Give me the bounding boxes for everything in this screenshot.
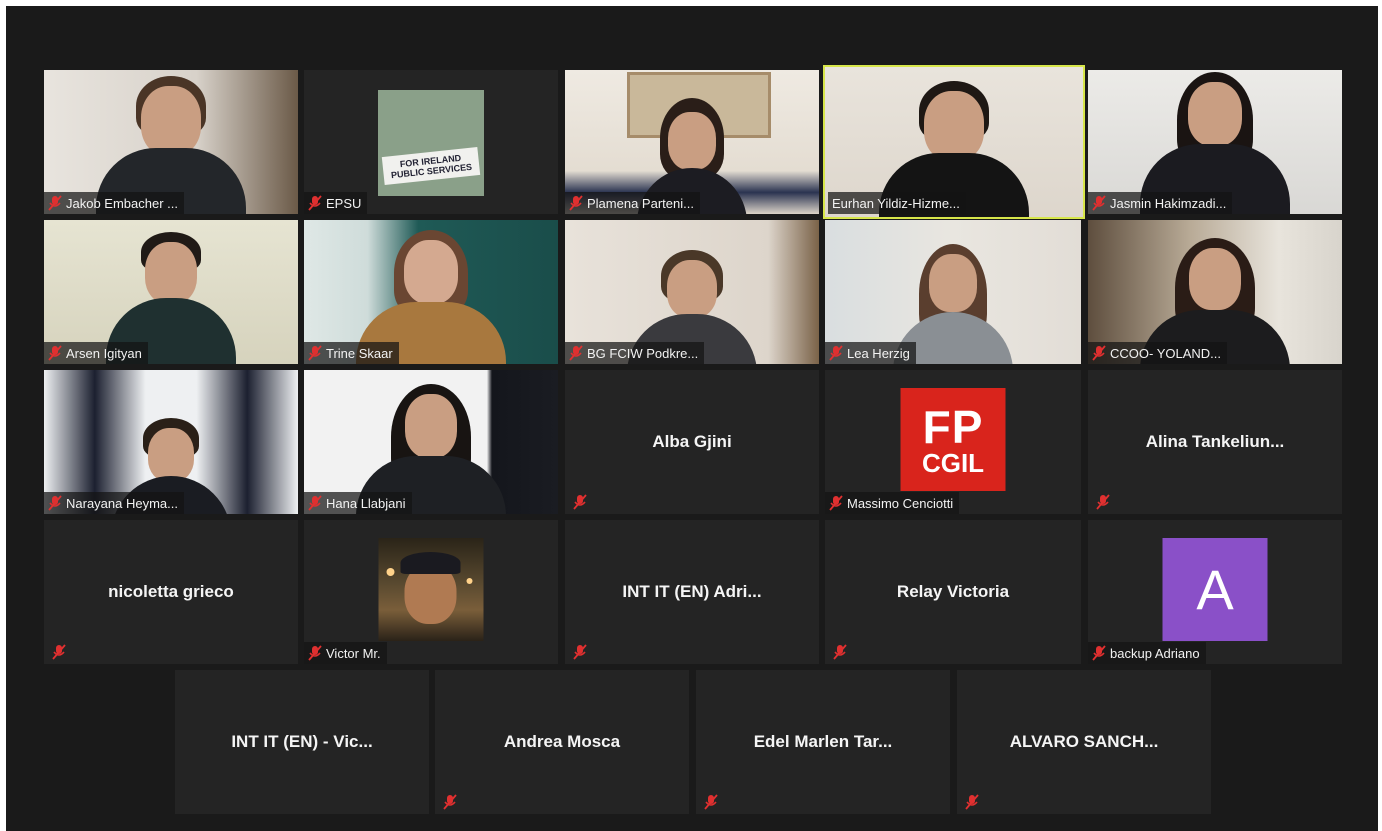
participant-display-name: INT IT (EN) - Vic... (231, 732, 373, 751)
participant-display-name: Andrea Mosca (503, 732, 621, 751)
participant-tile-ccoo-yoland[interactable]: CCOO- YOLAND... (1088, 220, 1342, 364)
participant-tile-nicoletta[interactable]: nicoletta grieco (44, 520, 298, 664)
participant-tile-relay-victoria[interactable]: Relay Victoria (825, 520, 1081, 664)
participant-tile-alba[interactable]: Alba Gjini (565, 370, 819, 514)
participant-name: Victor Mr. (326, 645, 381, 661)
participant-tile-epsu[interactable]: FOR IRELAND PUBLIC SERVICES EPSU (304, 70, 558, 214)
participant-name-bar: Jakob Embacher ... (44, 192, 184, 214)
participant-name-bar: backup Adriano (1088, 642, 1206, 664)
participant-tile-lea[interactable]: Lea Herzig (825, 220, 1081, 364)
muted-mic-icon (308, 195, 322, 211)
participant-name-bar: Lea Herzig (825, 342, 916, 364)
muted-mic-icon (52, 644, 66, 660)
participant-tile-int-it-vic[interactable]: INT IT (EN) - Vic... (175, 670, 429, 814)
participant-name-bar: Arsen Igityan (44, 342, 148, 364)
muted-mic-icon (1096, 494, 1110, 510)
participant-tile-victor[interactable]: Victor Mr. (304, 520, 558, 664)
participant-tile-jasmin[interactable]: Jasmin Hakimzadi... (1088, 70, 1342, 214)
participant-name: BG FCIW Podkre... (587, 345, 699, 361)
muted-mic-icon (569, 345, 583, 361)
muted-mic-icon (1092, 345, 1106, 361)
participant-name: backup Adriano (1110, 645, 1200, 661)
participant-name: Narayana Heyma... (66, 495, 178, 511)
participant-name: Hana Llabjani (326, 495, 406, 511)
muted-mic-icon (48, 345, 62, 361)
participant-display-name: nicoletta grieco (108, 582, 234, 601)
participant-name-bar: Plamena Parteni... (565, 192, 700, 214)
participant-tile-plamena[interactable]: Plamena Parteni... (565, 70, 819, 214)
participant-name-bar: Trine Skaar (304, 342, 399, 364)
participant-name-bar: Massimo Cenciotti (825, 492, 960, 514)
participant-display-name: INT IT (EN) Adri... (622, 582, 762, 601)
participant-tile-jakob[interactable]: Jakob Embacher ... (44, 70, 298, 214)
muted-mic-icon (1092, 645, 1106, 661)
participant-tile-bg-fciw[interactable]: BG FCIW Podkre... (565, 220, 819, 364)
muted-mic-icon (833, 644, 847, 660)
participant-name: Jasmin Hakimzadi... (1110, 195, 1227, 211)
participant-name: Plamena Parteni... (587, 195, 694, 211)
muted-mic-icon (443, 794, 457, 810)
participant-tile-eurhan-active-speaker[interactable]: Eurhan Yildiz-Hizme... (823, 65, 1085, 219)
participant-tile-backup-adriano[interactable]: A backup Adriano (1088, 520, 1342, 664)
participant-display-name: ALVARO SANCH... (1009, 732, 1159, 751)
participant-name: Massimo Cenciotti (847, 495, 954, 511)
participant-tile-hana[interactable]: Hana Llabjani (304, 370, 558, 514)
participant-tile-alina[interactable]: Alina Tankeliun... (1088, 370, 1342, 514)
participant-name: Eurhan Yildiz-Hizme... (832, 195, 960, 211)
fp-cgil-logo: FP CGIL (900, 388, 1006, 491)
participant-name: EPSU (326, 195, 362, 211)
participant-tile-andrea[interactable]: Andrea Mosca (435, 670, 689, 814)
muted-mic-icon (829, 495, 843, 511)
participant-name-bar: Victor Mr. (304, 642, 387, 664)
muted-mic-icon (829, 345, 843, 361)
muted-mic-icon (48, 495, 62, 511)
participant-display-name: Relay Victoria (896, 582, 1010, 601)
participant-tile-arsen[interactable]: Arsen Igityan (44, 220, 298, 364)
muted-mic-icon (1092, 195, 1106, 211)
participant-name: CCOO- YOLAND... (1110, 345, 1222, 361)
logo-text-fp: FP (922, 400, 984, 453)
participant-name-bar: EPSU (304, 192, 368, 214)
muted-mic-icon (704, 794, 718, 810)
profile-image (378, 538, 484, 641)
profile-image: FOR IRELAND PUBLIC SERVICES (378, 90, 484, 196)
participant-tile-massimo[interactable]: FP CGIL Massimo Cenciotti (825, 370, 1081, 514)
participant-name: Arsen Igityan (66, 345, 142, 361)
participant-name-bar: Jasmin Hakimzadi... (1088, 192, 1233, 214)
muted-mic-icon (965, 794, 979, 810)
participant-name: Jakob Embacher ... (66, 195, 178, 211)
participant-name: Trine Skaar (326, 345, 393, 361)
participant-tile-int-it-adri[interactable]: INT IT (EN) Adri... (565, 520, 819, 664)
participant-display-name: Edel Marlen Tar... (753, 732, 893, 751)
participant-display-name: Alba Gjini (652, 432, 732, 451)
participant-name: Lea Herzig (847, 345, 910, 361)
logo-text-cgil: CGIL (921, 447, 985, 478)
participant-tile-narayana[interactable]: Narayana Heyma... (44, 370, 298, 514)
participant-tile-alvaro[interactable]: ALVARO SANCH... (957, 670, 1211, 814)
participant-tile-edel[interactable]: Edel Marlen Tar... (696, 670, 950, 814)
participant-name-bar: Eurhan Yildiz-Hizme... (828, 192, 966, 214)
muted-mic-icon (308, 345, 322, 361)
avatar: A (1162, 538, 1268, 641)
participant-name-bar: Narayana Heyma... (44, 492, 184, 514)
participant-name-bar: Hana Llabjani (304, 492, 412, 514)
muted-mic-icon (308, 495, 322, 511)
participant-name-bar: BG FCIW Podkre... (565, 342, 705, 364)
muted-mic-icon (48, 195, 62, 211)
muted-mic-icon (569, 195, 583, 211)
participant-tile-trine[interactable]: Trine Skaar (304, 220, 558, 364)
poster-sign-text: FOR IRELAND PUBLIC SERVICES (381, 147, 481, 185)
participant-display-name: Alina Tankeliun... (1145, 432, 1285, 451)
video-gallery: Jakob Embacher ... FOR IRELAND PUBLIC SE… (6, 6, 1378, 831)
muted-mic-icon (308, 645, 322, 661)
participant-name-bar: CCOO- YOLAND... (1088, 342, 1228, 364)
muted-mic-icon (573, 494, 587, 510)
muted-mic-icon (573, 644, 587, 660)
